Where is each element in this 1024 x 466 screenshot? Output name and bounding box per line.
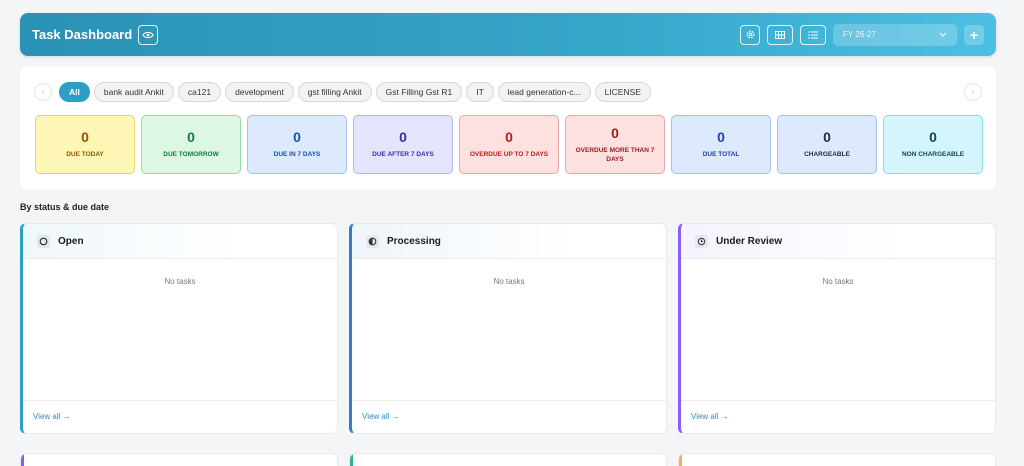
grid-view-icon[interactable]: [767, 24, 793, 45]
stat-card[interactable]: 0 DUE TOTAL: [671, 115, 771, 174]
circle-icon: [37, 234, 50, 248]
stat-value: 0: [929, 129, 937, 146]
dashboard-header: Task Dashboard FY 26-27 +: [20, 13, 996, 56]
stat-card[interactable]: 0 DUE TODAY: [35, 115, 135, 174]
status-column-partial: [678, 453, 996, 466]
stat-label: OVERDUE MORE THAN 7 DAYS: [575, 147, 655, 163]
stat-label: DUE AFTER 7 DAYS: [372, 151, 434, 159]
stat-value: 0: [81, 129, 89, 146]
status-column-open: Open No tasks View all →: [20, 223, 338, 434]
empty-state: No tasks: [493, 277, 525, 286]
stat-card[interactable]: 0 NON CHARGEABLE: [883, 115, 983, 174]
empty-state: No tasks: [164, 277, 196, 286]
chevron-right-icon[interactable]: ›: [964, 83, 982, 101]
tag-filter-row: ‹ All bank audit Ankit ca121 development gst…: [34, 82, 982, 102]
status-column-partial: [20, 453, 338, 466]
stat-label: DUE TODAY: [66, 151, 104, 159]
column-title: Processing: [387, 235, 441, 247]
stat-label: DUE TOMORROW: [163, 151, 219, 159]
stat-label: OVERDUE UP TO 7 DAYS: [469, 151, 549, 159]
add-task-button[interactable]: +: [964, 24, 984, 45]
fiscal-year-select[interactable]: FY 26-27: [833, 23, 957, 46]
status-column-under-review: Under Review No tasks View all →: [678, 223, 996, 434]
stat-cards: 0 DUE TODAY 0 DUE TOMORROW 0 DUE IN 7 DAYS 0 DU…: [35, 115, 983, 174]
column-header: Processing: [352, 224, 666, 259]
tag-chip[interactable]: development: [225, 82, 294, 102]
clock-icon: [695, 234, 708, 248]
tag-list: All bank audit Ankit ca121 development gst f…: [59, 82, 651, 102]
tag-chip[interactable]: ca121: [177, 82, 222, 102]
tag-chip[interactable]: lead generation-c...: [497, 82, 591, 102]
column-title: Open: [58, 235, 84, 247]
stat-label: NON CHARGEABLE: [901, 151, 965, 159]
stat-card[interactable]: 0 DUE TOMORROW: [141, 115, 241, 174]
fiscal-year-value: FY 26-27: [843, 30, 876, 39]
stat-card[interactable]: 0 DUE AFTER 7 DAYS: [353, 115, 453, 174]
tag-chip[interactable]: gst filling Ankit: [297, 82, 372, 102]
stat-label: CHARGEABLE: [804, 151, 850, 159]
column-accent-bar: [679, 454, 682, 466]
view-all-link[interactable]: View all →: [681, 400, 995, 433]
stat-value: 0: [399, 129, 407, 146]
stat-value: 0: [823, 129, 831, 146]
empty-state: No tasks: [822, 277, 854, 286]
tag-chip[interactable]: IT: [466, 82, 494, 102]
view-all-link[interactable]: View all →: [23, 400, 337, 433]
column-accent-bar: [350, 454, 353, 466]
column-title: Under Review: [716, 235, 783, 247]
column-header: Open: [23, 224, 337, 259]
gear-icon[interactable]: [740, 24, 760, 45]
tag-chip[interactable]: Gst Filling Gst R1: [375, 82, 463, 102]
stat-value: 0: [717, 129, 725, 146]
half-circle-icon: [366, 234, 379, 248]
filter-panel: ‹ All bank audit Ankit ca121 development gst…: [20, 67, 996, 189]
stat-label: DUE IN 7 DAYS: [273, 151, 321, 159]
view-all-link[interactable]: View all →: [352, 400, 666, 433]
stat-card[interactable]: 0 OVERDUE MORE THAN 7 DAYS: [565, 115, 665, 174]
stat-value: 0: [293, 129, 301, 146]
chevron-down-icon: [939, 30, 947, 39]
tag-chip[interactable]: All: [59, 82, 90, 102]
page-title: Task Dashboard: [32, 27, 133, 42]
section-title: By status & due date: [20, 202, 110, 212]
stat-value: 0: [611, 125, 619, 142]
tag-chip[interactable]: LICENSE: [594, 82, 651, 102]
column-accent-bar: [21, 454, 24, 466]
list-view-icon[interactable]: [800, 24, 826, 45]
chevron-left-icon[interactable]: ‹: [34, 83, 52, 101]
stat-value: 0: [505, 129, 513, 146]
stat-card[interactable]: 0 DUE IN 7 DAYS: [247, 115, 347, 174]
stat-label: DUE TOTAL: [702, 151, 740, 159]
tag-chip[interactable]: bank audit Ankit: [93, 82, 174, 102]
status-column-processing: Processing No tasks View all →: [349, 223, 667, 434]
column-header: Under Review: [681, 224, 995, 259]
eye-icon[interactable]: [138, 24, 159, 45]
stat-card[interactable]: 0 OVERDUE UP TO 7 DAYS: [459, 115, 559, 174]
stat-card[interactable]: 0 CHARGEABLE: [777, 115, 877, 174]
status-column-partial: [349, 453, 667, 466]
stat-value: 0: [187, 129, 195, 146]
